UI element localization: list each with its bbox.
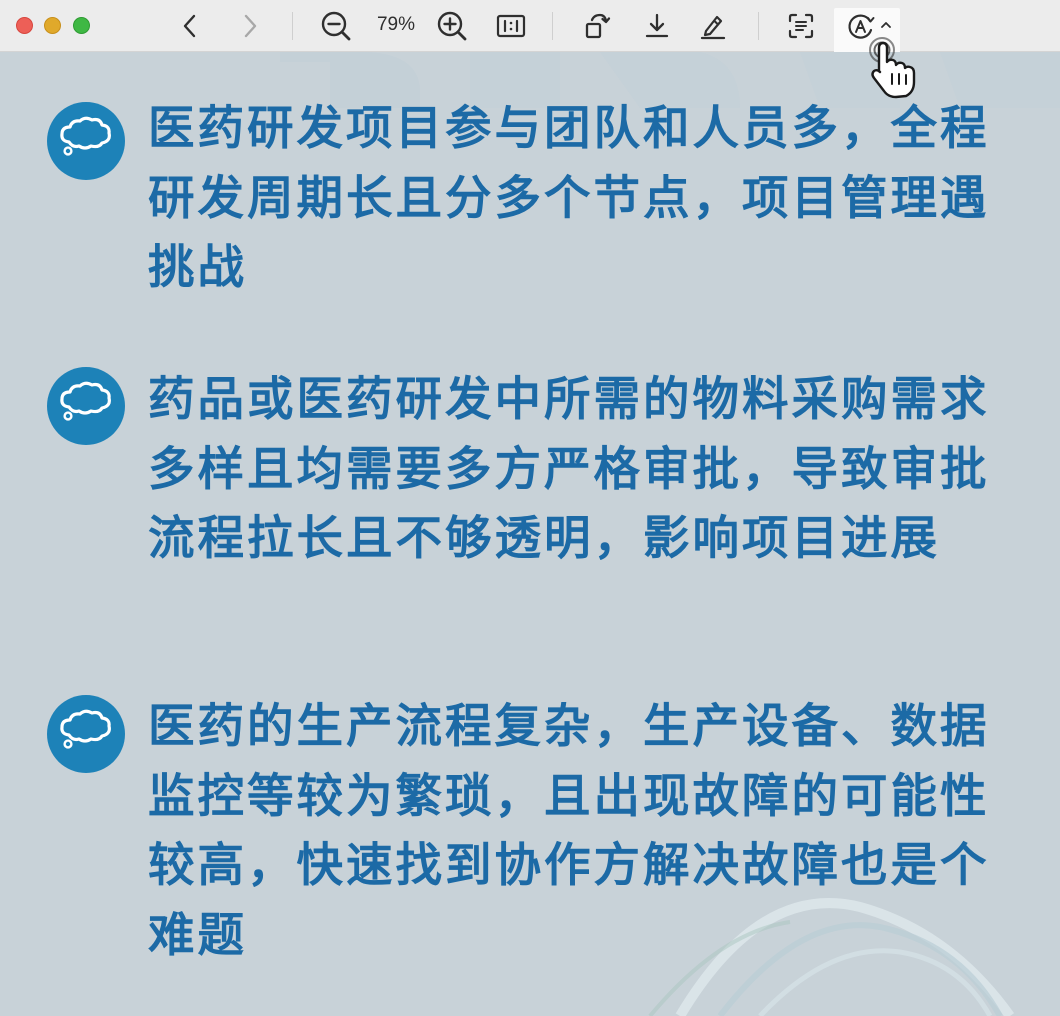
download-button[interactable] [640,8,674,44]
bullet-text: 医药研发项目参与团队和人员多，全程研发周期长且分多个节点，项目管理遇挑战 [148,101,990,294]
toolbar-divider [758,12,759,40]
bullet-text: 医药的生产流程复杂，生产设备、数据监控等较为繁琐，且出现故障的可能性较高，快速找… [148,699,990,962]
rotate-button[interactable] [580,8,614,44]
text-recognition-icon [788,13,814,39]
highlight-button[interactable] [696,8,730,44]
zoom-out-icon [321,11,351,41]
highlight-pen-icon [700,15,726,40]
live-text-button[interactable] [784,8,818,44]
zoom-in-icon [437,11,467,41]
bullet-text: 药品或医药研发中所需的物料采购需求多样且均需要多方严格审批，导致审批流程拉长且不… [148,372,990,565]
close-window-button[interactable] [16,17,33,34]
chevron-up-icon [881,22,891,28]
pointing-hand-cursor-icon [869,37,916,99]
download-icon [645,13,669,38]
back-button[interactable] [174,8,206,44]
maximize-window-button[interactable] [73,17,90,34]
thought-bubble-icon [60,116,111,156]
toolbar-divider [552,12,553,40]
bullet-badge [47,695,125,773]
zoom-level-label: 79% [376,14,416,35]
rotate-icon [585,13,611,39]
back-chevron-icon [183,14,196,38]
document-view[interactable]: 医药研发项目参与团队和人员多，全程研发周期长且分多个节点，项目管理遇挑战 药品或… [0,52,1060,1016]
actual-size-button[interactable] [494,8,528,44]
forward-chevron-icon [244,14,257,38]
thought-bubble-icon [60,709,111,749]
zoom-in-button[interactable] [434,8,470,44]
thought-bubble-icon [60,381,111,421]
minimize-window-button[interactable] [44,17,61,34]
toolbar-divider [292,12,293,40]
actual-size-icon [496,14,526,38]
bullet-badge [47,367,125,445]
zoom-out-button[interactable] [318,8,354,44]
forward-button[interactable] [234,8,266,44]
bullet-badge [47,102,125,180]
